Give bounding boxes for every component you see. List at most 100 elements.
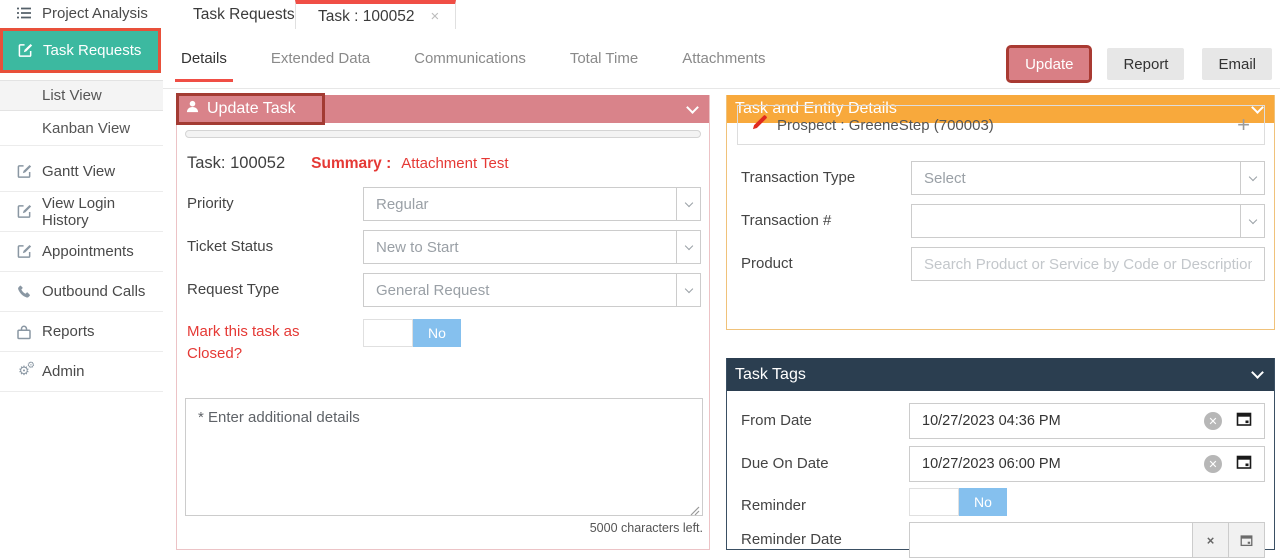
tab-extended-data[interactable]: Extended Data — [265, 42, 376, 82]
update-task-annotation: Update Task — [176, 93, 325, 125]
request-type-select[interactable]: General Request — [363, 273, 701, 307]
email-button[interactable]: Email — [1202, 48, 1272, 80]
characters-left-text: 5000 characters left. — [590, 521, 703, 535]
product-row: Product — [741, 247, 1265, 281]
sidebar-item-label: Kanban View — [42, 120, 130, 137]
priority-row: Priority Regular — [187, 187, 701, 221]
calendar-icon[interactable] — [1236, 454, 1252, 475]
sidebar-item-appointments[interactable]: Appointments — [0, 232, 163, 272]
transaction-type-select[interactable]: Select — [911, 161, 1265, 195]
due-date-label: Due On Date — [741, 446, 909, 482]
mark-closed-toggle[interactable]: No — [363, 319, 461, 347]
tab-details[interactable]: Details — [175, 42, 233, 82]
calendar-icon[interactable] — [1236, 411, 1252, 432]
priority-select[interactable]: Regular — [363, 187, 701, 221]
phone-icon — [16, 284, 32, 299]
tab-communications[interactable]: Communications — [408, 42, 532, 82]
sidebar-item-admin[interactable]: ⚙ ⚙ Admin — [0, 352, 163, 392]
ticket-status-label: Ticket Status — [187, 230, 363, 264]
sidebar-item-label: Appointments — [42, 243, 134, 260]
product-label: Product — [741, 247, 911, 281]
reminder-label: Reminder — [741, 488, 909, 516]
panel-title: Task Tags — [735, 366, 806, 384]
transaction-type-label: Transaction Type — [741, 161, 911, 195]
close-icon[interactable]: × — [431, 8, 440, 25]
update-button[interactable]: Update — [1009, 48, 1089, 80]
transaction-number-label: Transaction # — [741, 204, 911, 238]
sidebar-item-label: Task Requests — [43, 42, 141, 59]
gears-icon: ⚙ ⚙ — [16, 364, 32, 379]
product-search-input[interactable] — [911, 247, 1265, 281]
task-tags-header[interactable]: Task Tags — [727, 358, 1274, 391]
calendar-icon[interactable] — [1228, 523, 1264, 557]
progress-bar — [185, 130, 701, 138]
resize-handle-icon[interactable] — [690, 503, 700, 521]
plus-icon[interactable]: + — [1237, 112, 1250, 138]
reminder-toggle[interactable]: No — [909, 488, 1007, 516]
reminder-row: Reminder No — [741, 488, 1265, 516]
ticket-status-row: Ticket Status New to Start — [187, 230, 701, 264]
summary-label: Summary : — [311, 155, 391, 173]
sidebar-item-label: Reports — [42, 323, 95, 340]
person-icon — [186, 100, 199, 118]
mark-closed-row: Mark this task as Closed? No — [187, 319, 701, 365]
chevron-down-icon — [1240, 162, 1264, 194]
panel-title: Update Task — [207, 100, 296, 118]
clear-icon[interactable]: ✕ — [1204, 412, 1222, 430]
task-tags-panel: Task Tags From Date 10/27/2023 04:36 PM … — [726, 358, 1275, 550]
sidebar-item-kanban-view[interactable]: Kanban View — [0, 111, 163, 146]
ticket-status-select[interactable]: New to Start — [363, 230, 701, 264]
toggle-off-side[interactable] — [363, 319, 413, 347]
update-task-header[interactable]: Update Task — [177, 95, 709, 123]
sidebar-item-label: Outbound Calls — [42, 283, 145, 300]
chevron-down-icon — [676, 231, 700, 263]
sidebar-item-list-view[interactable]: List View — [0, 80, 163, 111]
prospect-text: Prospect : GreeneStep (700003) — [777, 117, 1227, 134]
sidebar-item-outbound-calls[interactable]: Outbound Calls — [0, 272, 163, 312]
edit-icon — [16, 164, 32, 179]
action-buttons: Update Report Email — [1009, 48, 1272, 80]
priority-label: Priority — [187, 187, 363, 221]
chevron-down-icon — [676, 274, 700, 306]
transaction-number-select[interactable] — [911, 204, 1265, 238]
transaction-number-row: Transaction # — [741, 204, 1265, 238]
sidebar-item-task-requests[interactable]: Task Requests — [0, 28, 161, 73]
list-icon — [16, 5, 32, 21]
sidebar: Project Analysis Task Requests List View… — [0, 0, 163, 550]
toggle-on-side[interactable]: No — [959, 488, 1007, 516]
bag-icon — [16, 324, 32, 340]
sidebar-item-project-analysis[interactable]: Project Analysis — [0, 0, 163, 26]
additional-details-textarea[interactable] — [185, 398, 703, 516]
clear-icon[interactable]: × — [1192, 523, 1228, 557]
summary-value: Attachment Test — [401, 155, 508, 172]
tab-task-requests[interactable]: Task Requests — [175, 0, 313, 29]
chevron-down-icon[interactable] — [1251, 366, 1264, 379]
sidebar-item-view-login-history[interactable]: View Login History — [0, 192, 163, 232]
tab-total-time[interactable]: Total Time — [564, 42, 644, 82]
tab-attachments[interactable]: Attachments — [676, 42, 771, 82]
sidebar-item-reports[interactable]: Reports — [0, 312, 163, 352]
edit-icon — [16, 204, 32, 219]
reminder-date-input[interactable] — [910, 523, 1192, 557]
due-date-field[interactable]: 10/27/2023 06:00 PM ✕ — [909, 446, 1265, 482]
tab-task-100052[interactable]: Task : 100052 × — [295, 0, 456, 29]
subtab-bar: Details Extended Data Communications Tot… — [175, 42, 772, 82]
from-date-row: From Date 10/27/2023 04:36 PM ✕ — [741, 403, 1265, 439]
request-type-label: Request Type — [187, 273, 363, 307]
sidebar-item-gantt-view[interactable]: Gantt View — [0, 152, 163, 192]
reminder-date-label: Reminder Date — [741, 522, 909, 558]
edit-icon — [16, 244, 32, 259]
report-button[interactable]: Report — [1107, 48, 1184, 80]
reminder-date-row: Reminder Date × — [741, 522, 1265, 558]
reminder-date-field: × — [909, 522, 1265, 558]
chevron-down-icon[interactable] — [686, 101, 699, 114]
from-date-field[interactable]: 10/27/2023 04:36 PM ✕ — [909, 403, 1265, 439]
clear-icon[interactable]: ✕ — [1204, 455, 1222, 473]
toggle-off-side[interactable] — [909, 488, 959, 516]
divider — [163, 88, 1280, 89]
from-date-value: 10/27/2023 04:36 PM — [922, 413, 1190, 429]
due-date-row: Due On Date 10/27/2023 06:00 PM ✕ — [741, 446, 1265, 482]
toggle-on-side[interactable]: No — [413, 319, 461, 347]
prospect-box[interactable]: Prospect : GreeneStep (700003) + — [737, 105, 1265, 145]
from-date-label: From Date — [741, 403, 909, 439]
